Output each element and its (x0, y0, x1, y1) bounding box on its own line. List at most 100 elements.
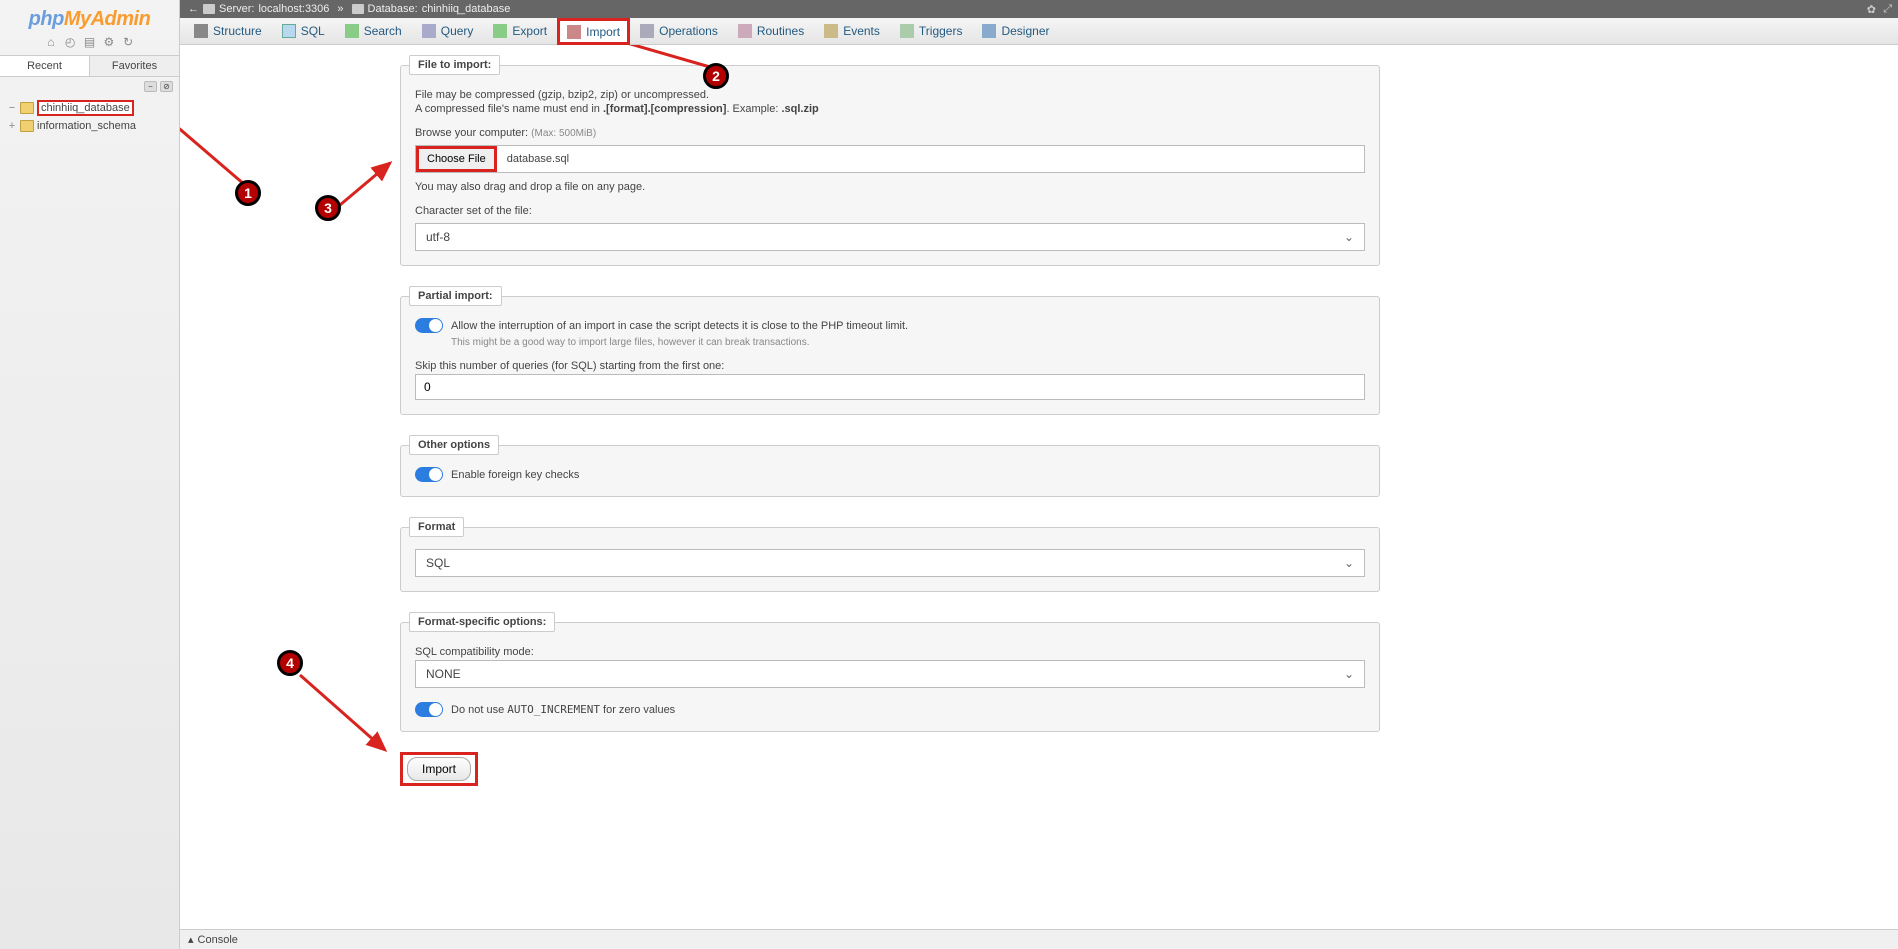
tab-label: Routines (757, 24, 804, 38)
allow-interrupt-toggle[interactable] (415, 318, 443, 333)
fieldset-partial-import: Partial import: Allow the interruption o… (400, 286, 1380, 415)
tree-item-chinhiiq[interactable]: − chinhiiq_database (4, 98, 175, 118)
tab-operations[interactable]: Operations (630, 18, 728, 44)
tab-sql[interactable]: SQL (272, 18, 335, 44)
tab-recent[interactable]: Recent (0, 56, 90, 76)
allow-interrupt-label: Allow the interruption of an import in c… (451, 320, 908, 332)
sidebar: phpMyAdmin ⌂ ◴ ▤ ⚙ ↻ Recent Favorites − … (0, 0, 180, 949)
tab-triggers[interactable]: Triggers (890, 18, 973, 44)
tab-events[interactable]: Events (814, 18, 890, 44)
events-icon (824, 24, 838, 38)
skip-queries-input[interactable] (424, 380, 1356, 394)
tab-routines[interactable]: Routines (728, 18, 814, 44)
expand-icon[interactable]: − (6, 102, 18, 114)
skip-label: Skip this number of queries (for SQL) st… (415, 360, 1365, 372)
compat-label: SQL compatibility mode: (415, 646, 1365, 658)
chevron-down-icon: ⌄ (1344, 230, 1354, 244)
nav-collapse-icon[interactable]: ← (188, 3, 199, 15)
breadcrumb-server-value[interactable]: localhost:3306 (258, 3, 329, 15)
legend-format: Format (409, 517, 464, 537)
choose-file-button[interactable]: Choose File (416, 146, 497, 172)
logo-part2: MyAdmin (64, 8, 151, 30)
tab-label: Triggers (919, 24, 963, 38)
compat-value: NONE (426, 667, 461, 681)
breadcrumb-server-label: Server: (219, 3, 254, 15)
sql-icon (282, 24, 296, 38)
format-select[interactable]: SQL ⌄ (415, 549, 1365, 577)
tree-item-infoschema[interactable]: + information_schema (4, 118, 175, 134)
legend-format-opts: Format-specific options: (409, 612, 555, 632)
breadcrumb: ← Server: localhost:3306 » Database: chi… (180, 0, 1898, 18)
annotation-badge-1: 1 (235, 180, 261, 206)
fieldset-format: Format SQL ⌄ (400, 517, 1380, 592)
skip-input-wrap (415, 374, 1365, 400)
operations-icon (640, 24, 654, 38)
tab-export[interactable]: Export (483, 18, 557, 44)
import-button-highlight: Import (400, 752, 478, 786)
sidebar-tabs: Recent Favorites (0, 55, 179, 77)
console-bar[interactable]: ▴ Console (180, 929, 1898, 949)
browse-label: Browse your computer: (Max: 500MiB) (415, 127, 1365, 139)
logo[interactable]: phpMyAdmin (0, 0, 179, 33)
auto-increment-row: Do not use AUTO_INCREMENT for zero value… (415, 702, 1365, 717)
auto-increment-toggle[interactable] (415, 702, 443, 717)
logout-icon[interactable]: ◴ (63, 35, 77, 49)
settings-icon[interactable]: ⚙ (102, 35, 116, 49)
tab-favorites[interactable]: Favorites (90, 56, 179, 76)
tab-query[interactable]: Query (412, 18, 484, 44)
hint-extension: A compressed file's name must end in .[f… (415, 103, 1365, 115)
tree-tools: − ⊘ (0, 77, 179, 96)
server-icon (203, 4, 215, 14)
compat-select[interactable]: NONE ⌄ (415, 660, 1365, 688)
selected-file-name: database.sql (497, 153, 579, 165)
sidebar-toolbar: ⌂ ◴ ▤ ⚙ ↻ (0, 33, 179, 55)
fieldset-file-import: File to import: File may be compressed (… (400, 55, 1380, 266)
reload-icon[interactable]: ↻ (121, 35, 135, 49)
main: ← Server: localhost:3306 » Database: chi… (180, 0, 1898, 949)
breadcrumb-db-value[interactable]: chinhiiq_database (422, 3, 511, 15)
charset-select[interactable]: utf-8 ⌄ (415, 223, 1365, 251)
tab-search[interactable]: Search (335, 18, 412, 44)
triggers-icon (900, 24, 914, 38)
designer-icon (982, 24, 996, 38)
routines-icon (738, 24, 752, 38)
charset-value: utf-8 (426, 230, 450, 244)
hint-compressed: File may be compressed (gzip, bzip2, zip… (415, 89, 1365, 101)
link-icon[interactable]: ⊘ (160, 81, 173, 92)
tab-structure[interactable]: Structure (184, 18, 272, 44)
file-input-row: Choose File database.sql (415, 145, 1365, 173)
search-icon (345, 24, 359, 38)
gear-icon[interactable]: ✿ (1867, 3, 1876, 16)
database-icon (352, 4, 364, 14)
docs-icon[interactable]: ▤ (83, 35, 97, 49)
expand-icon[interactable]: ⤢ (1883, 3, 1892, 16)
collapse-all-icon[interactable]: − (144, 81, 157, 92)
fk-checks-label: Enable foreign key checks (451, 469, 579, 481)
export-icon (493, 24, 507, 38)
fk-checks-row: Enable foreign key checks (415, 467, 1365, 482)
import-icon (567, 25, 581, 39)
tab-label: Export (512, 24, 547, 38)
annotation-badge-4: 4 (277, 650, 303, 676)
database-tree: − chinhiiq_database + information_schema (0, 96, 179, 136)
hint-dragdrop: You may also drag and drop a file on any… (415, 181, 1365, 193)
home-icon[interactable]: ⌂ (44, 35, 58, 49)
tab-import[interactable]: Import (557, 18, 630, 45)
fk-checks-toggle[interactable] (415, 467, 443, 482)
expand-icon[interactable]: + (6, 120, 18, 132)
tab-label: Events (843, 24, 880, 38)
database-icon (20, 102, 34, 114)
fieldset-format-options: Format-specific options: SQL compatibili… (400, 612, 1380, 732)
database-icon (20, 120, 34, 132)
chevron-up-icon[interactable]: ▴ (188, 933, 194, 946)
console-label: Console (198, 934, 238, 946)
tab-label: Import (586, 25, 620, 39)
import-submit-button[interactable]: Import (407, 757, 471, 781)
legend-other: Other options (409, 435, 499, 455)
charset-label: Character set of the file: (415, 205, 1365, 217)
tree-item-label: information_schema (37, 120, 136, 132)
tab-designer[interactable]: Designer (972, 18, 1059, 44)
chevron-down-icon: ⌄ (1344, 667, 1354, 681)
allow-interrupt-row: Allow the interruption of an import in c… (415, 318, 1365, 333)
interrupt-subhint: This might be a good way to import large… (451, 337, 1365, 348)
